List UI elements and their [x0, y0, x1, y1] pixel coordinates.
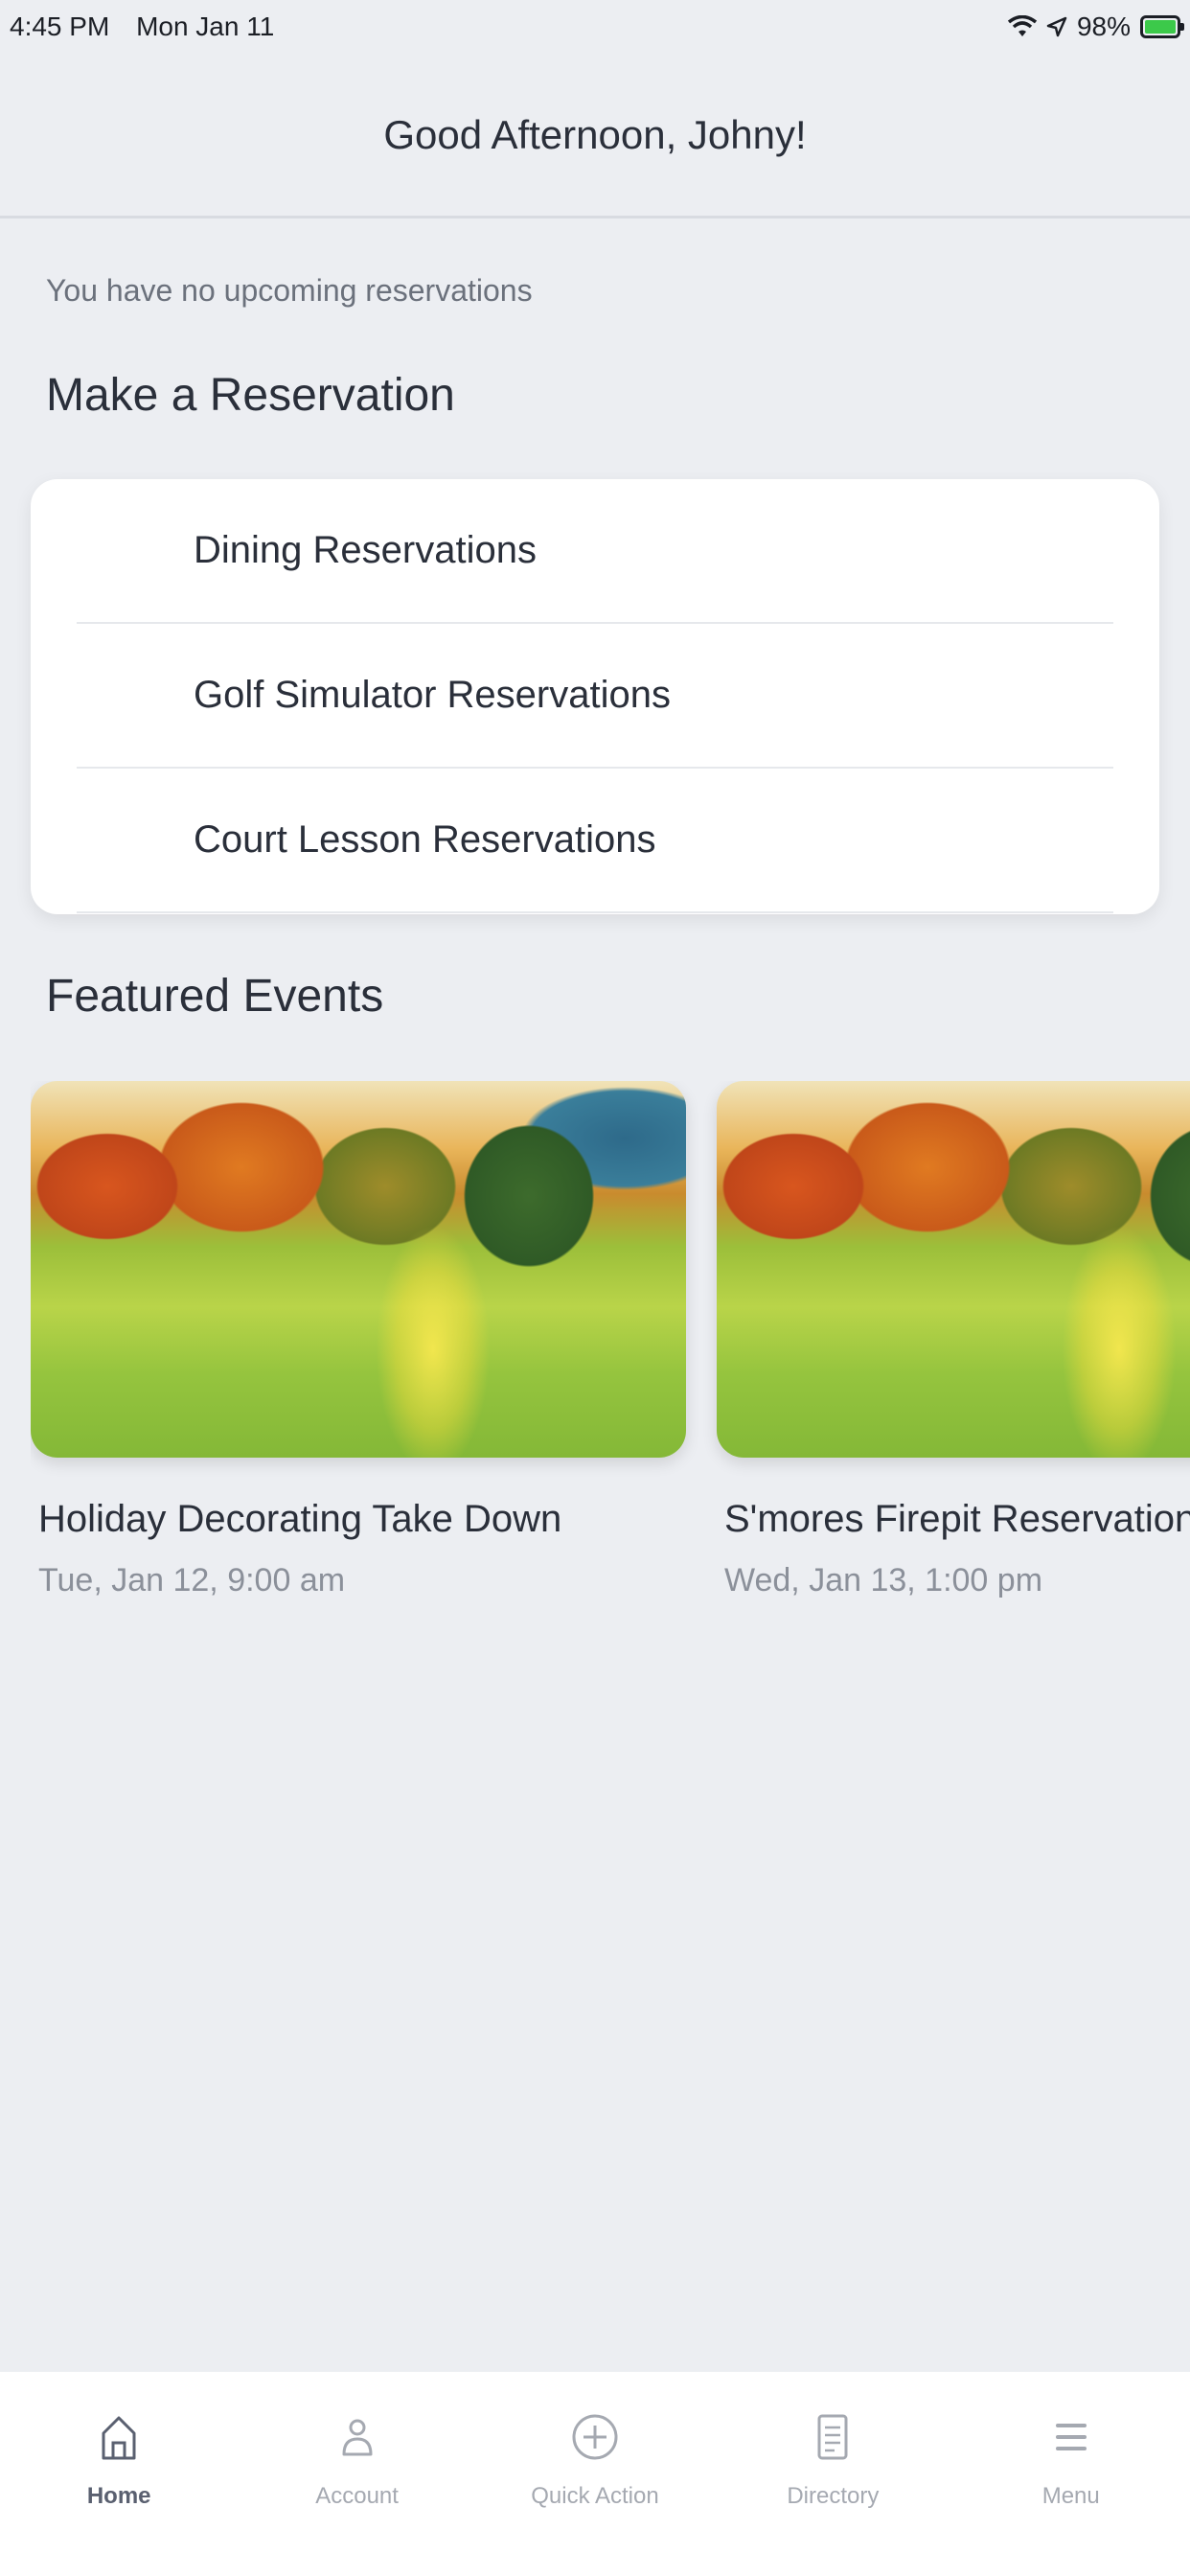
- make-reservation-title: Make a Reservation: [46, 370, 455, 421]
- home-icon: [90, 2408, 148, 2466]
- reservation-item-court-lesson[interactable]: Court Lesson Reservations: [77, 769, 1113, 913]
- status-date: Mon Jan 11: [136, 12, 275, 41]
- page-header: Good Afternoon, Johny!: [0, 54, 1190, 218]
- status-right: 98%: [1007, 12, 1184, 42]
- account-icon: [329, 2408, 386, 2466]
- status-bar: 4:45 PM Mon Jan 11 98%: [0, 0, 1190, 54]
- golf-course-image: [717, 1081, 1190, 1458]
- reservation-item-label: Court Lesson Reservations: [194, 818, 656, 861]
- tab-menu[interactable]: Menu: [975, 2408, 1167, 2510]
- tab-label: Quick Action: [531, 2483, 659, 2509]
- status-left: 4:45 PM Mon Jan 11: [10, 12, 293, 42]
- status-time: 4:45 PM: [10, 12, 110, 41]
- reservation-item-golf-simulator[interactable]: Golf Simulator Reservations: [77, 624, 1113, 769]
- no-reservations-message: You have no upcoming reservations: [46, 273, 533, 308]
- featured-events-title: Featured Events: [46, 971, 384, 1022]
- plus-circle-icon: [566, 2408, 624, 2466]
- battery-icon: [1140, 15, 1184, 38]
- event-date: Wed, Jan 13, 1:00 pm: [724, 1562, 1043, 1598]
- tab-quick-action[interactable]: Quick Action: [499, 2408, 691, 2510]
- reservation-item-dining[interactable]: Dining Reservations: [77, 479, 1113, 624]
- tab-label: Home: [86, 2483, 151, 2509]
- location-arrow-icon: [1046, 16, 1067, 37]
- featured-events-carousel[interactable]: Holiday Decorating Take Down Tue, Jan 12…: [31, 1081, 1190, 1637]
- bottom-tab-bar: Home Account Quick Action Directory Menu: [0, 2372, 1190, 2576]
- tab-directory[interactable]: Directory: [737, 2408, 928, 2510]
- battery-percent: 98%: [1076, 12, 1131, 41]
- tab-label: Account: [315, 2483, 399, 2509]
- greeting-title: Good Afternoon, Johny!: [383, 111, 807, 157]
- event-card[interactable]: Holiday Decorating Take Down Tue, Jan 12…: [31, 1081, 686, 1599]
- reservation-list: Dining Reservations Golf Simulator Reser…: [31, 479, 1159, 914]
- directory-icon: [804, 2408, 861, 2466]
- event-title: Holiday Decorating Take Down: [38, 1498, 562, 1540]
- golf-course-image: [31, 1081, 686, 1458]
- tab-label: Menu: [1041, 2483, 1100, 2509]
- event-date: Tue, Jan 12, 9:00 am: [38, 1562, 346, 1598]
- menu-icon: [1042, 2408, 1100, 2466]
- tab-account[interactable]: Account: [262, 2408, 453, 2510]
- event-card[interactable]: S'mores Firepit Reservation Wed, Jan 13,…: [717, 1081, 1190, 1599]
- tab-home[interactable]: Home: [23, 2408, 215, 2510]
- reservation-item-label: Golf Simulator Reservations: [194, 674, 671, 716]
- tab-label: Directory: [787, 2483, 880, 2509]
- event-title: S'mores Firepit Reservation: [724, 1498, 1190, 1540]
- wifi-icon: [1007, 15, 1037, 36]
- reservation-item-label: Dining Reservations: [194, 529, 537, 571]
